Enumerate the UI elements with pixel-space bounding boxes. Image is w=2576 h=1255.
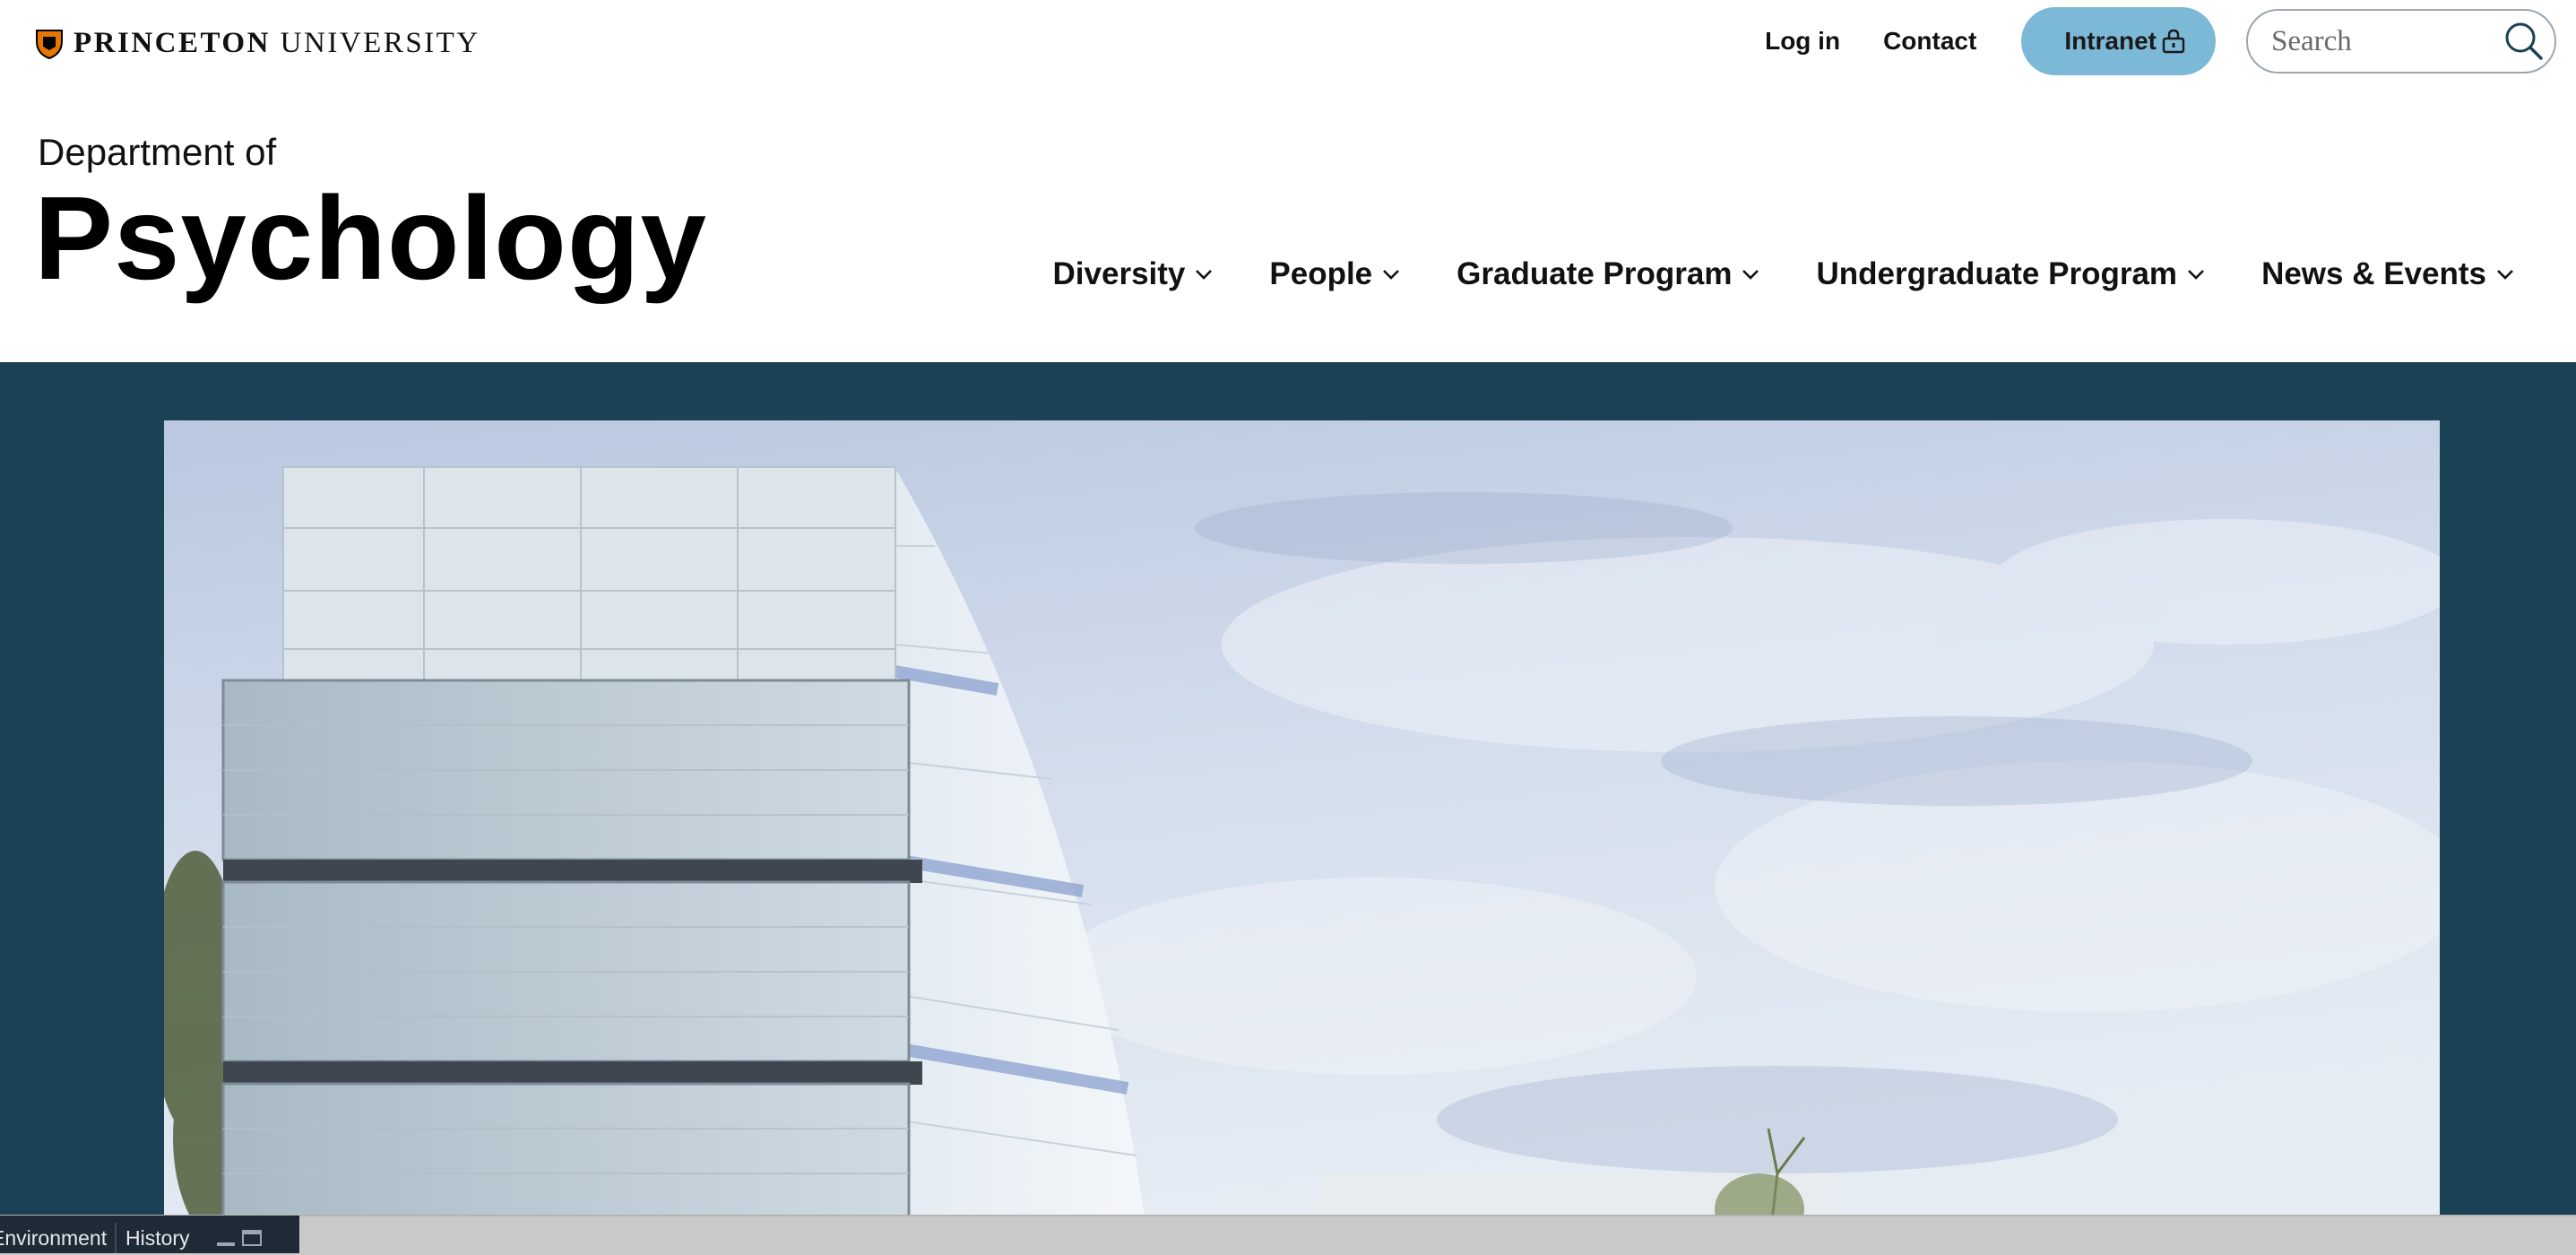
princeton-wordmark: PRINCETON UNIVERSITY (73, 27, 480, 59)
tab-history[interactable]: History (115, 1223, 213, 1253)
intranet-label: Intranet (2064, 27, 2157, 55)
maximize-icon[interactable] (242, 1230, 262, 1246)
search-icon[interactable] (2503, 21, 2544, 62)
chevron-down-icon (1196, 270, 1213, 280)
site-header: PRINCETON UNIVERSITY Log in Contact Intr… (0, 0, 2576, 362)
nav-item-diversity[interactable]: Diversity (1053, 256, 1215, 292)
intranet-button[interactable]: Intranet (2021, 7, 2216, 75)
dock-controls (217, 1223, 262, 1253)
search-box (2246, 9, 2556, 74)
nav-item-label: People (1269, 256, 1373, 291)
lock-icon (2162, 29, 2185, 54)
main-nav: Diversity People Graduate Program Underg… (1053, 256, 2515, 292)
minimize-icon[interactable] (217, 1242, 235, 1246)
bottom-panel-bar (0, 1215, 2576, 1255)
login-link[interactable]: Log in (1765, 27, 1840, 56)
chevron-down-icon (1383, 270, 1400, 280)
search-input[interactable] (2269, 23, 2503, 59)
chevron-down-icon (2188, 270, 2204, 280)
nav-item-graduate-program[interactable]: Graduate Program (1457, 256, 1760, 292)
nav-item-label: Graduate Program (1457, 256, 1733, 291)
nav-item-label: News & Events (2261, 256, 2486, 291)
nav-item-label: Diversity (1052, 256, 1186, 291)
nav-item-people[interactable]: People (1269, 256, 1401, 292)
contact-link[interactable]: Contact (1883, 27, 1976, 56)
utility-nav: Log in Contact Intranet (1765, 5, 2556, 77)
tab-environment[interactable]: Environment (0, 1223, 115, 1253)
department-prefix: Department of (38, 131, 277, 173)
chevron-down-icon (2497, 270, 2513, 280)
nav-item-label: Undergraduate Program (1816, 256, 2178, 291)
hero-building-photo (164, 420, 2440, 1253)
nav-item-news-events[interactable]: News & Events (2261, 256, 2515, 292)
chevron-down-icon (1742, 270, 1759, 280)
dev-panel-dock: Environment History (0, 1216, 299, 1253)
department-title-link[interactable]: Psychology (34, 179, 707, 298)
princeton-logo-link[interactable]: PRINCETON UNIVERSITY (36, 27, 480, 60)
hero-section (0, 362, 2576, 1253)
nav-item-undergraduate-program[interactable]: Undergraduate Program (1816, 256, 2206, 292)
princeton-shield-icon (36, 29, 63, 59)
